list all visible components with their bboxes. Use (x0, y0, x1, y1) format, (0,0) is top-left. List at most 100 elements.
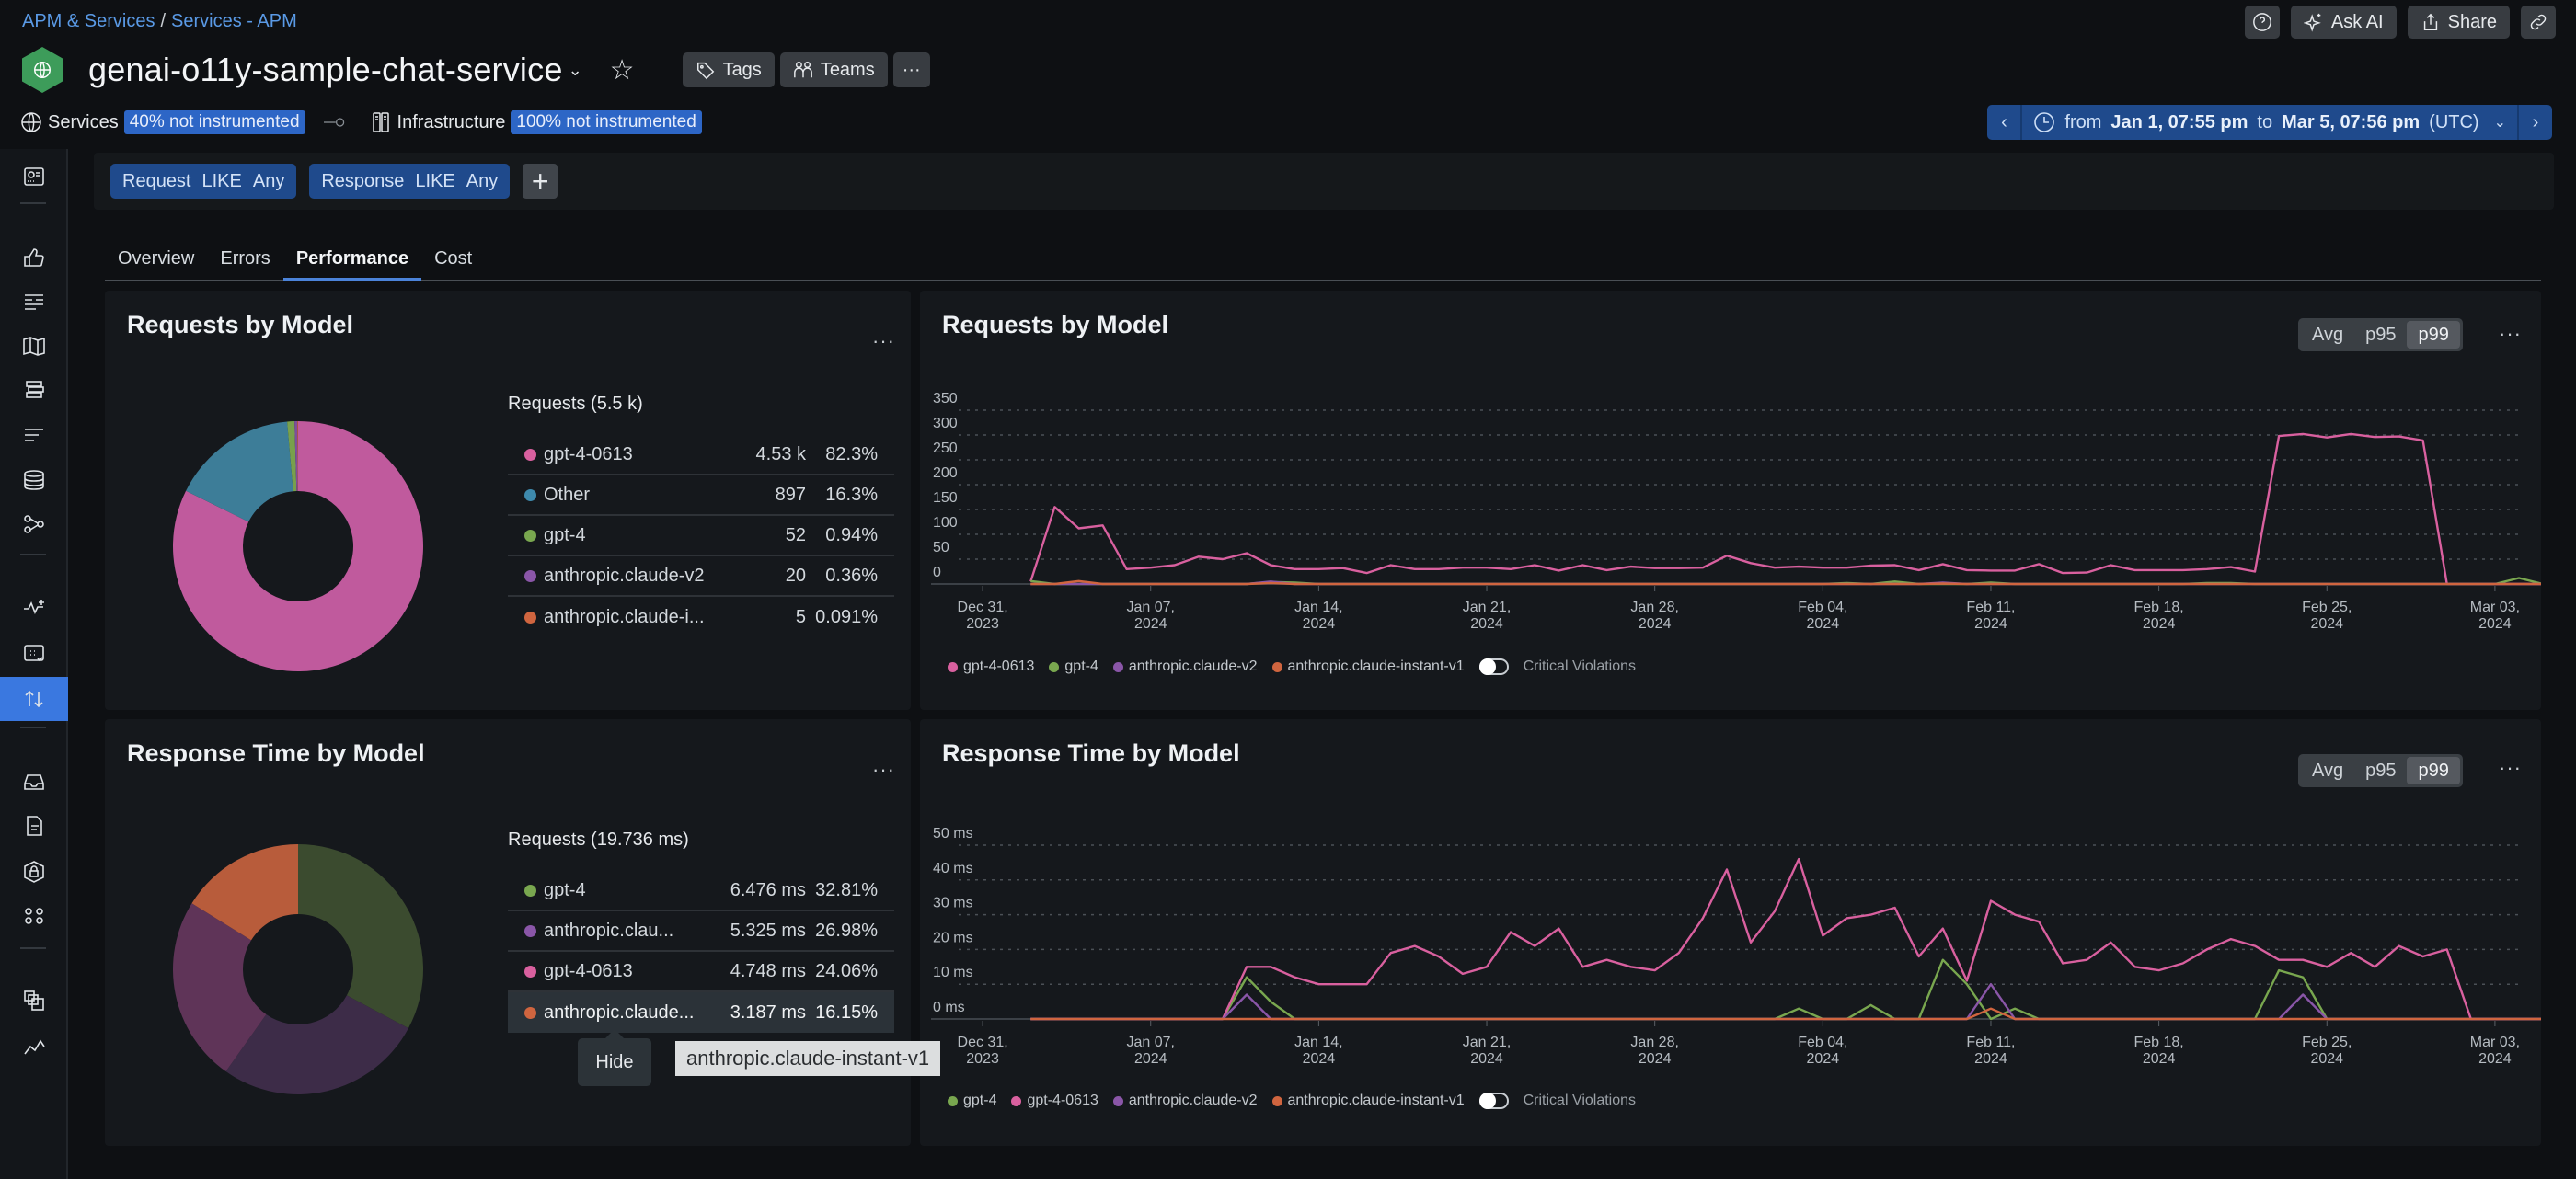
legend-label: gpt-4-0613 (963, 658, 1035, 674)
legend-color-dot (1049, 661, 1060, 672)
infrastructure-label: Infrastructure (397, 111, 506, 132)
sidebar-item-lock[interactable] (0, 850, 68, 894)
sidebar-item-activity[interactable] (0, 585, 68, 629)
x-tick-label: 2024 (1974, 616, 2007, 632)
sidebar-item-database[interactable] (0, 458, 68, 502)
time-prev-button[interactable]: ‹ (1987, 105, 2023, 140)
ask-ai-button[interactable]: Ask AI (2290, 6, 2397, 39)
help-button[interactable] (2244, 6, 2280, 39)
more-actions-button[interactable]: ··· (892, 52, 930, 87)
sidebar-item-apps[interactable] (0, 894, 68, 938)
legend-table-row[interactable]: gpt-4-0613 4.53 k 82.3% (508, 435, 894, 475)
critical-violations-toggle[interactable] (1478, 658, 1509, 675)
tab-overview[interactable]: Overview (105, 237, 207, 281)
time-range-selector[interactable]: from Jan 1, 07:55 pm to Mar 5, 07:56 pm … (2022, 105, 2517, 140)
series-value: 5.325 ms (730, 920, 806, 941)
add-filter-button[interactable]: + (523, 164, 558, 199)
sidebar-item-chart[interactable] (0, 1023, 68, 1067)
legend-table-row[interactable]: gpt-4 6.476 ms 32.81% (508, 871, 894, 911)
legend-item[interactable]: gpt-4 (1049, 658, 1098, 675)
legend-item[interactable]: anthropic.claude-v2 (1112, 658, 1258, 675)
legend-item[interactable]: gpt-4 (948, 1093, 996, 1109)
sidebar-item-stack[interactable] (0, 368, 68, 412)
x-tick-label: 2024 (2478, 616, 2512, 632)
tab-cost[interactable]: Cost (421, 237, 485, 281)
sidebar (0, 149, 68, 1179)
sidebar-item-bars[interactable] (0, 414, 68, 458)
sidebar-item-document[interactable] (0, 804, 68, 848)
agg-avg[interactable]: Avg (2301, 321, 2354, 349)
x-tick-label: Jan 07, (1126, 600, 1174, 615)
response-time-donut-chart (172, 844, 423, 1094)
time-next-button[interactable]: › (2517, 105, 2552, 140)
card-menu-button[interactable]: ··· (2499, 756, 2522, 780)
sidebar-item-copy[interactable] (0, 979, 68, 1023)
card-menu-button[interactable]: ··· (872, 758, 895, 782)
copy-link-button[interactable] (2521, 6, 2556, 39)
agg-p95[interactable]: p95 (2354, 757, 2407, 784)
tab-errors[interactable]: Errors (207, 237, 282, 281)
critical-violations-toggle[interactable] (1478, 1093, 1509, 1109)
sidebar-item-list-filter[interactable] (0, 280, 68, 324)
series-value: 4.748 ms (730, 960, 806, 981)
donut-slice-gpt-4[interactable] (298, 844, 423, 1029)
card-menu-button[interactable]: ··· (872, 329, 895, 353)
card-title: Response Time by Model (127, 739, 425, 767)
filter-chip-request[interactable]: Request LIKE Any (110, 164, 297, 199)
agg-p99[interactable]: p99 (2407, 321, 2460, 349)
legend-item[interactable]: gpt-4-0613 (948, 658, 1034, 675)
legend-item[interactable]: anthropic.claude-instant-v1 (1271, 658, 1465, 675)
share-button[interactable]: Share (2407, 6, 2510, 39)
teams-button[interactable]: Teams (779, 52, 888, 87)
legend-table-row[interactable]: Other 897 16.3% (508, 475, 894, 516)
series-line-gpt-4-0613[interactable] (1030, 857, 2541, 1021)
sidebar-item-transfer[interactable] (0, 677, 68, 721)
favorite-star-icon[interactable]: ☆ (610, 54, 635, 86)
card-menu-button[interactable]: ··· (2499, 322, 2522, 346)
series-line-anthropic-claude-instant-v1[interactable] (1030, 579, 2541, 586)
aggregation-toggle: Avg p95 p99 (2298, 318, 2463, 351)
teams-label: Teams (820, 59, 875, 80)
infrastructure-instrumentation-badge[interactable]: 100% not instrumented (511, 110, 702, 134)
x-tick-label: Jan 21, (1463, 1035, 1511, 1050)
legend-label: gpt-4-0613 (1027, 1093, 1098, 1108)
services-instrumentation-badge[interactable]: 40% not instrumented (123, 110, 305, 134)
breadcrumb-services-apm[interactable]: Services - APM (171, 11, 297, 31)
sidebar-item-map[interactable] (0, 324, 68, 368)
tags-button[interactable]: Tags (682, 52, 775, 87)
database-icon (24, 470, 44, 490)
sidebar-item-checklist[interactable] (0, 631, 68, 675)
x-tick-label: 2024 (2310, 1051, 2343, 1067)
series-color-dot (524, 965, 536, 978)
series-percent: 82.3% (825, 443, 878, 464)
series-name: anthropic.clau... (544, 920, 674, 941)
response-time-line-card: Response Time by Model Avg p95 p99 ··· 0… (920, 719, 2541, 1146)
sidebar-item-thumbs-up[interactable] (0, 235, 68, 280)
legend-table-row[interactable]: anthropic.clau... 5.325 ms 26.98% (508, 911, 894, 952)
agg-p95[interactable]: p95 (2354, 321, 2407, 349)
legend-item[interactable]: anthropic.claude-v2 (1112, 1093, 1258, 1109)
legend-color-dot (1011, 1095, 1022, 1106)
tab-performance[interactable]: Performance (282, 237, 422, 281)
legend-item[interactable]: gpt-4-0613 (1011, 1093, 1098, 1109)
legend-table-row[interactable]: gpt-4 52 0.94% (508, 516, 894, 556)
legend-table-row[interactable]: anthropic.claude-v2 20 0.36% (508, 556, 894, 597)
agg-avg[interactable]: Avg (2301, 757, 2354, 784)
series-name: gpt-4-0613 (544, 443, 633, 464)
series-value: 4.53 k (755, 443, 806, 464)
agg-p99[interactable]: p99 (2407, 757, 2460, 784)
filter-chip-response[interactable]: Response LIKE Any (309, 164, 511, 199)
title-dropdown-icon[interactable]: ⌄ (569, 61, 582, 80)
critical-violations-label: Critical Violations (1523, 1093, 1637, 1108)
legend-table-row[interactable]: gpt-4-0613 4.748 ms 24.06% (508, 952, 894, 992)
sidebar-item-network[interactable] (0, 502, 68, 546)
series-name: gpt-4 (544, 879, 586, 900)
sidebar-item-inbox[interactable] (0, 760, 68, 804)
sidebar-item-dashboard[interactable] (0, 155, 68, 199)
copy-icon (24, 990, 44, 1011)
breadcrumb-apm-services[interactable]: APM & Services (22, 11, 155, 31)
legend-table-row[interactable]: anthropic.claude... 3.187 ms 16.15% (508, 992, 894, 1033)
legend-table-row[interactable]: anthropic.claude-i... 5 0.091% (508, 597, 894, 637)
legend-item[interactable]: anthropic.claude-instant-v1 (1271, 1093, 1465, 1109)
hide-series-tooltip[interactable]: Hide (578, 1029, 651, 1086)
